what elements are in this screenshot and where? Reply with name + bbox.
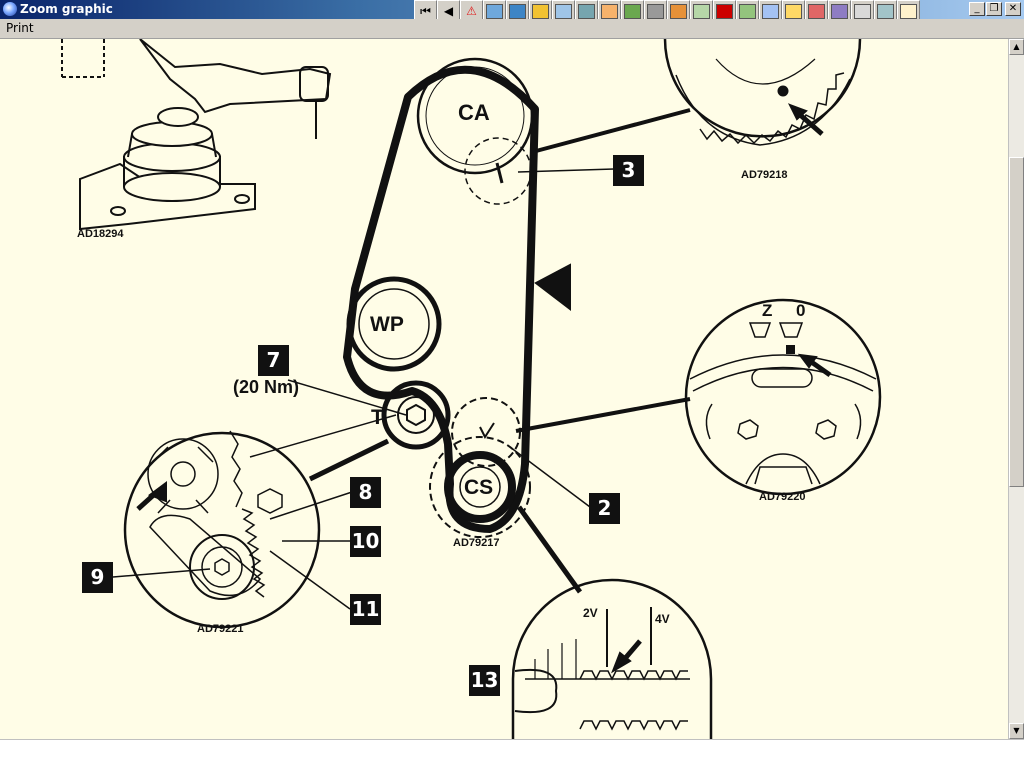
tool-8-icon [647, 3, 664, 19]
torque-value: (20 Nm) [233, 377, 300, 397]
tool-14-icon [785, 3, 802, 19]
callout-10: 10 [350, 526, 381, 557]
previous-icon: ◀ [443, 4, 454, 18]
tool-5-icon [578, 3, 595, 19]
cam-sprocket-detail [663, 39, 862, 146]
restore-button[interactable]: ❐ [986, 2, 1002, 16]
label-tensioner: T [371, 406, 384, 429]
rotation-arrow [534, 263, 571, 312]
timing-mark-zero: 0 [796, 301, 806, 320]
tool-13-icon [762, 3, 779, 19]
tool-7-icon [624, 3, 641, 19]
tool-19-icon [900, 3, 917, 19]
tool-3-icon [532, 3, 549, 19]
timing-belt-diagram [61, 39, 882, 739]
app-icon[interactable] [3, 2, 17, 16]
tool-1-icon [486, 3, 503, 19]
crank-marks-detail [511, 578, 713, 739]
mark-4v: 4V [655, 612, 670, 626]
tool-6-icon [601, 3, 618, 19]
label-water-pump: WP [370, 313, 404, 336]
tool-2-icon [509, 3, 526, 19]
warning-icon: ⚠ [466, 4, 477, 18]
label-crankshaft: CS [464, 476, 494, 499]
minimize-button[interactable]: _ [969, 2, 985, 16]
callout-13: 13 [469, 665, 500, 696]
callout-3: 3 [613, 155, 644, 186]
graphic-canvas: CA WP T CS (20 Nm) Z 0 2V 4V AD18294 AD7… [0, 39, 1008, 739]
mark-2v: 2V [583, 606, 598, 620]
tool-18-icon [877, 3, 894, 19]
window-title: Zoom graphic [20, 2, 113, 16]
ref-tensioner-detail: AD79221 [197, 623, 244, 635]
menu-bar: Print [0, 19, 1024, 39]
first-page-icon: ⏮ [420, 3, 431, 18]
status-area [0, 739, 1024, 769]
tool-10-icon [693, 3, 710, 19]
ref-cam-detail: AD79218 [741, 169, 788, 181]
vertical-scrollbar[interactable]: ▲ ▼ [1008, 39, 1024, 739]
scroll-thumb[interactable] [1009, 157, 1024, 487]
label-camshaft: CA [458, 100, 490, 125]
tool-17-icon [854, 3, 871, 19]
callout-8: 8 [350, 477, 381, 508]
callout-2: 2 [589, 493, 620, 524]
close-button[interactable]: ✕ [1005, 2, 1021, 16]
menu-print[interactable]: Print [6, 21, 34, 35]
tool-12-icon [739, 3, 756, 19]
scroll-up-button[interactable]: ▲ [1009, 39, 1024, 55]
ref-flywheel-detail: AD79220 [759, 491, 806, 503]
callout-11: 11 [350, 594, 381, 625]
tool-16-icon [831, 3, 848, 19]
flywheel-detail [684, 298, 882, 496]
callout-9: 9 [82, 562, 113, 593]
ref-engine-mount: AD18294 [77, 228, 124, 240]
tool-4-icon [555, 3, 572, 19]
callout-7: 7 [258, 345, 289, 376]
tool-9-icon [670, 3, 687, 19]
ref-crank: AD79217 [453, 537, 500, 549]
engine-mount-illustration [61, 39, 332, 231]
tool-11-icon [716, 3, 733, 19]
tensioner-detail [112, 430, 353, 629]
tool-15-icon [808, 3, 825, 19]
scroll-down-button[interactable]: ▼ [1009, 723, 1024, 739]
timing-mark-z: Z [762, 301, 773, 320]
